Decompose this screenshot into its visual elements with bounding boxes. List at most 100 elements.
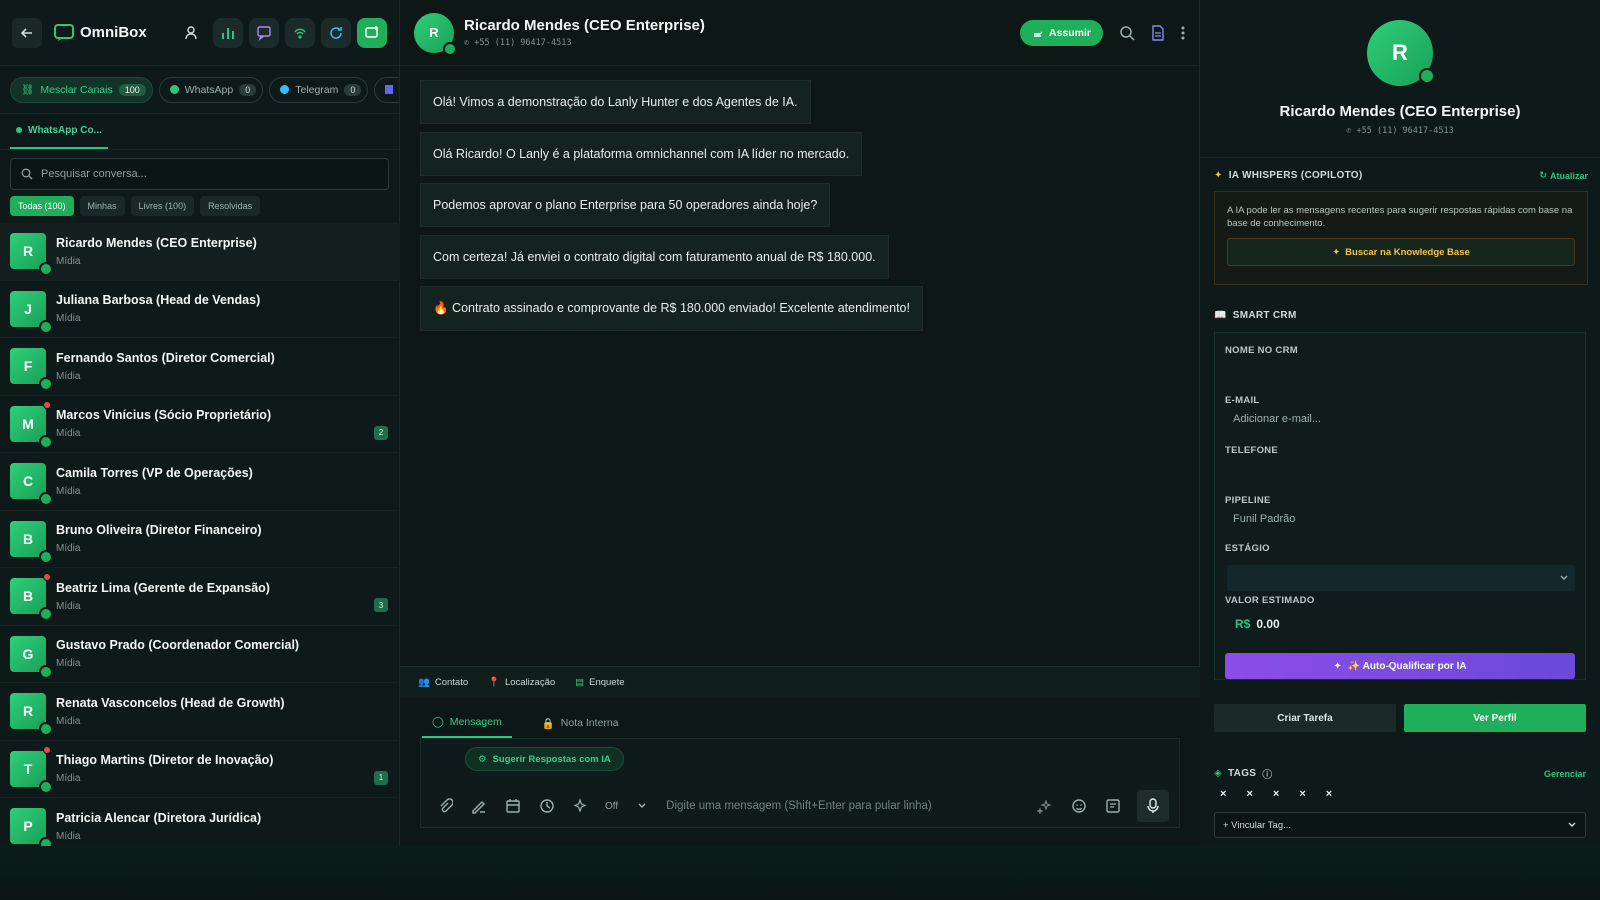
- chat-contact-phone: ✆ +55 (11) 96417-4513: [464, 38, 705, 48]
- channel-filter-bar: ⛓ Mesclar Canais 100 WhatsApp 0 Telegram…: [0, 66, 399, 114]
- tab-label: Nota Interna: [560, 717, 619, 729]
- tab-whatsapp-inbox[interactable]: WhatsApp Co...: [10, 113, 108, 149]
- conversation-item[interactable]: C Camila Torres (VP de Operações) Mídia: [0, 453, 400, 511]
- signature-icon[interactable]: [469, 796, 489, 816]
- app-logo: OmniBox: [54, 23, 147, 42]
- new-chat-button[interactable]: [357, 17, 387, 48]
- calendar-icon[interactable]: [503, 796, 523, 816]
- whatsapp-badge-icon: [39, 319, 53, 334]
- reports-button[interactable]: [213, 17, 243, 48]
- conversation-item[interactable]: F Fernando Santos (Diretor Comercial) Míd…: [0, 338, 400, 396]
- conversation-item[interactable]: J Juliana Barbosa (Head de Vendas) Mídia: [0, 281, 400, 338]
- whatsapp-badge-icon: [1419, 68, 1435, 84]
- emoji-icon[interactable]: [1069, 796, 1089, 816]
- attach-label: Localização: [504, 677, 556, 688]
- last-message: Mídia: [56, 255, 81, 267]
- avatar: T: [10, 745, 53, 794]
- profile-phone: ✆ +55 (11) 96417-4513: [1200, 126, 1600, 136]
- chat-avatar: R: [414, 12, 457, 56]
- more-vertical-icon[interactable]: [1181, 25, 1185, 41]
- inbox-tabs: WhatsApp Co...: [0, 114, 399, 150]
- manage-tags-link[interactable]: Gerenciar: [1544, 769, 1586, 779]
- conversation-item[interactable]: B Beatriz Lima (Gerente de Expansão) Mídi…: [0, 568, 400, 626]
- filter-resolved[interactable]: Resolvidas: [200, 196, 261, 216]
- section-title-text: TAGS: [1228, 768, 1257, 779]
- paperclip-icon[interactable]: [435, 796, 455, 816]
- avatar: M: [10, 400, 53, 449]
- knowledge-base-button[interactable]: ✦ Buscar na Knowledge Base: [1227, 238, 1575, 266]
- attach-location-button[interactable]: 📍 Localização: [488, 677, 555, 688]
- remove-tag-button[interactable]: ×: [1220, 788, 1226, 800]
- tab-internal-note[interactable]: 🔒 Nota Interna: [532, 708, 629, 738]
- create-task-button[interactable]: Criar Tarefa: [1214, 704, 1396, 732]
- conversation-item[interactable]: R Ricardo Mendes (CEO Enterprise) Mídia: [0, 223, 400, 281]
- search-icon: [21, 168, 33, 180]
- pipeline-field[interactable]: Funil Padrão: [1233, 513, 1295, 525]
- quick-reply-icon[interactable]: [1103, 796, 1123, 816]
- avatar: C: [10, 463, 53, 507]
- broadcast-button[interactable]: [285, 17, 315, 48]
- document-icon[interactable]: [1151, 24, 1165, 41]
- microphone-button[interactable]: [1137, 790, 1169, 822]
- conversation-item[interactable]: T Thiago Martins (Diretor de Inovação) Mí…: [0, 741, 400, 798]
- alert-dot: [43, 745, 51, 754]
- auto-qualify-button[interactable]: ✦ ✨ Auto-Qualificar por IA: [1225, 653, 1575, 679]
- channel-chip-facebook[interactable]: Fa: [374, 76, 399, 103]
- contact-name: Fernando Santos (Diretor Comercial): [56, 350, 275, 365]
- filter-mine[interactable]: Minhas: [79, 196, 125, 216]
- last-message: Mídia: [56, 715, 81, 727]
- ia-description: A IA pode ler as mensagens recentes para…: [1227, 205, 1573, 229]
- whatsapp-badge-icon: [39, 434, 53, 449]
- filter-all[interactable]: Todas (100): [10, 196, 74, 216]
- email-field[interactable]: Adicionar e-mail...: [1233, 413, 1321, 425]
- chevron-down-icon[interactable]: [632, 796, 652, 816]
- remove-tag-button[interactable]: ×: [1299, 788, 1305, 800]
- section-title: ◈ TAGS ⓘ: [1214, 766, 1273, 781]
- conversation-item[interactable]: G Gustavo Prado (Coordenador Comercial) M…: [0, 626, 400, 683]
- message-input[interactable]: [666, 800, 1021, 812]
- merge-icon: ⛓: [21, 84, 35, 96]
- estimated-value[interactable]: R$ 0.00: [1235, 617, 1280, 631]
- channel-count: 100: [118, 83, 146, 96]
- search-input[interactable]: [41, 168, 378, 180]
- channel-chip-telegram[interactable]: Telegram 0: [269, 76, 369, 103]
- contact-name: Juliana Barbosa (Head de Vendas): [56, 293, 261, 308]
- channel-chip-whatsapp[interactable]: WhatsApp 0: [158, 76, 264, 103]
- remove-tag-button[interactable]: ×: [1246, 788, 1252, 800]
- filter-free[interactable]: Livres (100): [130, 196, 195, 216]
- suggest-ai-button[interactable]: ⚙ Sugerir Respostas com IA: [465, 747, 624, 771]
- magic-wand-icon[interactable]: [1035, 796, 1055, 816]
- message-list: Olá! Vimos a demonstração do Lanly Hunte…: [400, 66, 1199, 352]
- chevron-down-icon: [1568, 822, 1576, 827]
- link-tag-select[interactable]: + Vincular Tag...: [1214, 812, 1586, 838]
- assume-button[interactable]: Assumir: [1019, 19, 1103, 46]
- contact-name: Marcos Vinícius (Sócio Proprietário): [56, 408, 272, 423]
- attach-poll-button[interactable]: ▤ Enquete: [575, 677, 624, 688]
- back-button[interactable]: [12, 17, 42, 48]
- online-dot: [16, 127, 22, 133]
- sparkles-icon[interactable]: [571, 796, 591, 816]
- suggest-label: Sugerir Respostas com IA: [492, 753, 611, 765]
- channel-chip-merge[interactable]: ⛓ Mesclar Canais 100: [10, 76, 153, 103]
- conversation-item[interactable]: R Renata Vasconcelos (Head de Growth) Míd…: [0, 683, 400, 741]
- stage-select[interactable]: [1227, 565, 1575, 591]
- conversation-item[interactable]: B Bruno Oliveira (Diretor Financeiro) Míd…: [0, 511, 400, 568]
- contacts-button[interactable]: [177, 18, 207, 48]
- phone-icon: ✆: [464, 38, 475, 48]
- avatar-initial: J: [24, 300, 32, 317]
- search-icon[interactable]: [1119, 25, 1135, 41]
- messages-button[interactable]: [249, 17, 279, 48]
- attach-contact-button[interactable]: 👥 Contato: [418, 677, 468, 688]
- last-message: Mídia: [56, 830, 81, 842]
- refresh-link[interactable]: ↻ Atualizar: [1539, 170, 1588, 181]
- clock-icon[interactable]: [537, 796, 557, 816]
- remove-tag-button[interactable]: ×: [1273, 788, 1279, 800]
- sync-button[interactable]: [321, 17, 351, 48]
- tab-message[interactable]: ◯ Mensagem: [422, 708, 512, 738]
- conversation-item[interactable]: M Marcos Vinícius (Sócio Proprietário) Mí…: [0, 396, 400, 453]
- app-name: OmniBox: [80, 24, 147, 41]
- remove-tag-button[interactable]: ×: [1326, 788, 1332, 800]
- app: OmniBox ⛓ Mesclar Canais 100 WhatsApp 0 …: [0, 0, 1600, 856]
- view-profile-button[interactable]: Ver Perfil: [1404, 704, 1586, 732]
- topbar-icons: [177, 17, 387, 48]
